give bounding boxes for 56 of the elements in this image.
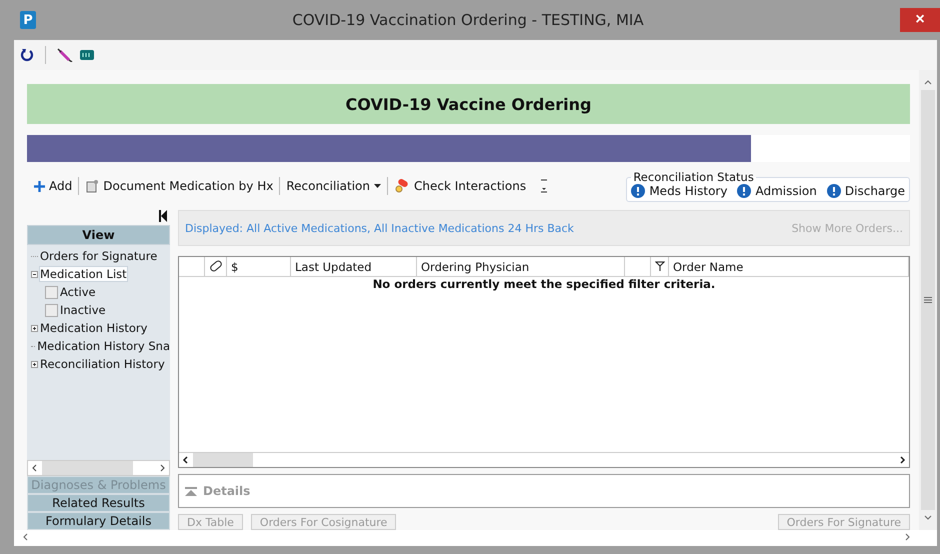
tree-item[interactable]: Orders for Signature: [40, 249, 158, 263]
app-icon: P: [20, 11, 36, 29]
info-icon: [631, 184, 646, 198]
tree-item[interactable]: Active: [60, 285, 96, 299]
collapse-icon[interactable]: [159, 210, 167, 222]
empty-message: No orders currently meet the specified filter criteria.: [372, 277, 716, 291]
plus-icon: [34, 180, 45, 192]
scroll-thumb[interactable]: [921, 90, 935, 510]
tree-item[interactable]: Medication History Sna: [37, 339, 170, 353]
pill-icon: [209, 260, 223, 273]
checkbox[interactable]: [45, 286, 58, 298]
column-header[interactable]: Last Updated: [295, 260, 372, 274]
column-header[interactable]: Ordering Physician: [421, 260, 530, 274]
pills-icon: [394, 179, 410, 193]
section-button[interactable]: Formulary Details: [27, 512, 170, 530]
page-title: COVID-19 Vaccine Ordering: [346, 94, 592, 114]
flag-icon: [655, 261, 665, 272]
section-button[interactable]: Related Results: [27, 494, 170, 512]
view-header: View: [27, 225, 170, 245]
status-label[interactable]: Discharge: [844, 184, 905, 198]
collapse-icon: [185, 486, 197, 496]
caret-icon: [374, 184, 381, 188]
horizontal-scrollbar[interactable]: [27, 460, 170, 476]
horizontal-scrollbar[interactable]: [179, 452, 909, 467]
syringe-icon[interactable]: [57, 48, 73, 62]
document-button[interactable]: Document Medication by Hx: [84, 177, 274, 195]
refresh-icon[interactable]: [20, 48, 34, 62]
tree-item[interactable]: Medication History: [40, 321, 148, 335]
scroll-thumb[interactable]: [42, 461, 133, 475]
tree-item[interactable]: Medication List: [40, 267, 127, 281]
column-header[interactable]: Order Name: [673, 260, 744, 274]
column-header[interactable]: $: [231, 260, 238, 274]
status-label[interactable]: Admission: [755, 184, 817, 198]
close-button[interactable]: ×: [900, 8, 940, 32]
tree-item[interactable]: Reconciliation History: [40, 357, 165, 371]
checkbox[interactable]: [45, 304, 58, 316]
document-icon: [85, 179, 100, 193]
check-interactions-button[interactable]: Check Interactions: [393, 177, 528, 195]
overflow-icon[interactable]: [541, 178, 548, 194]
expand-toggle[interactable]: [31, 324, 38, 332]
expand-toggle[interactable]: [31, 360, 38, 368]
reconciliation-menu[interactable]: Reconciliation: [285, 177, 382, 195]
info-icon: [737, 184, 752, 198]
info-icon: [826, 184, 841, 198]
monitor-icon[interactable]: [79, 49, 95, 61]
tree-item[interactable]: Inactive: [60, 303, 106, 317]
add-button[interactable]: Add: [33, 177, 74, 195]
status-label[interactable]: Meds History: [649, 184, 728, 198]
vertical-scrollbar[interactable]: [919, 70, 937, 530]
window-title: COVID-19 Vaccination Ordering - TESTING, MIA: [291, 11, 645, 29]
scroll-thumb[interactable]: [193, 453, 253, 467]
grip-icon: [924, 297, 932, 303]
filter-summary: Displayed: All Active Medications, All Inactive Medications 24 Hrs Back: [185, 222, 574, 234]
panel-title: Reconciliation Status: [632, 170, 755, 184]
collapse-toggle[interactable]: [31, 270, 38, 278]
details-label: Details: [203, 484, 250, 498]
